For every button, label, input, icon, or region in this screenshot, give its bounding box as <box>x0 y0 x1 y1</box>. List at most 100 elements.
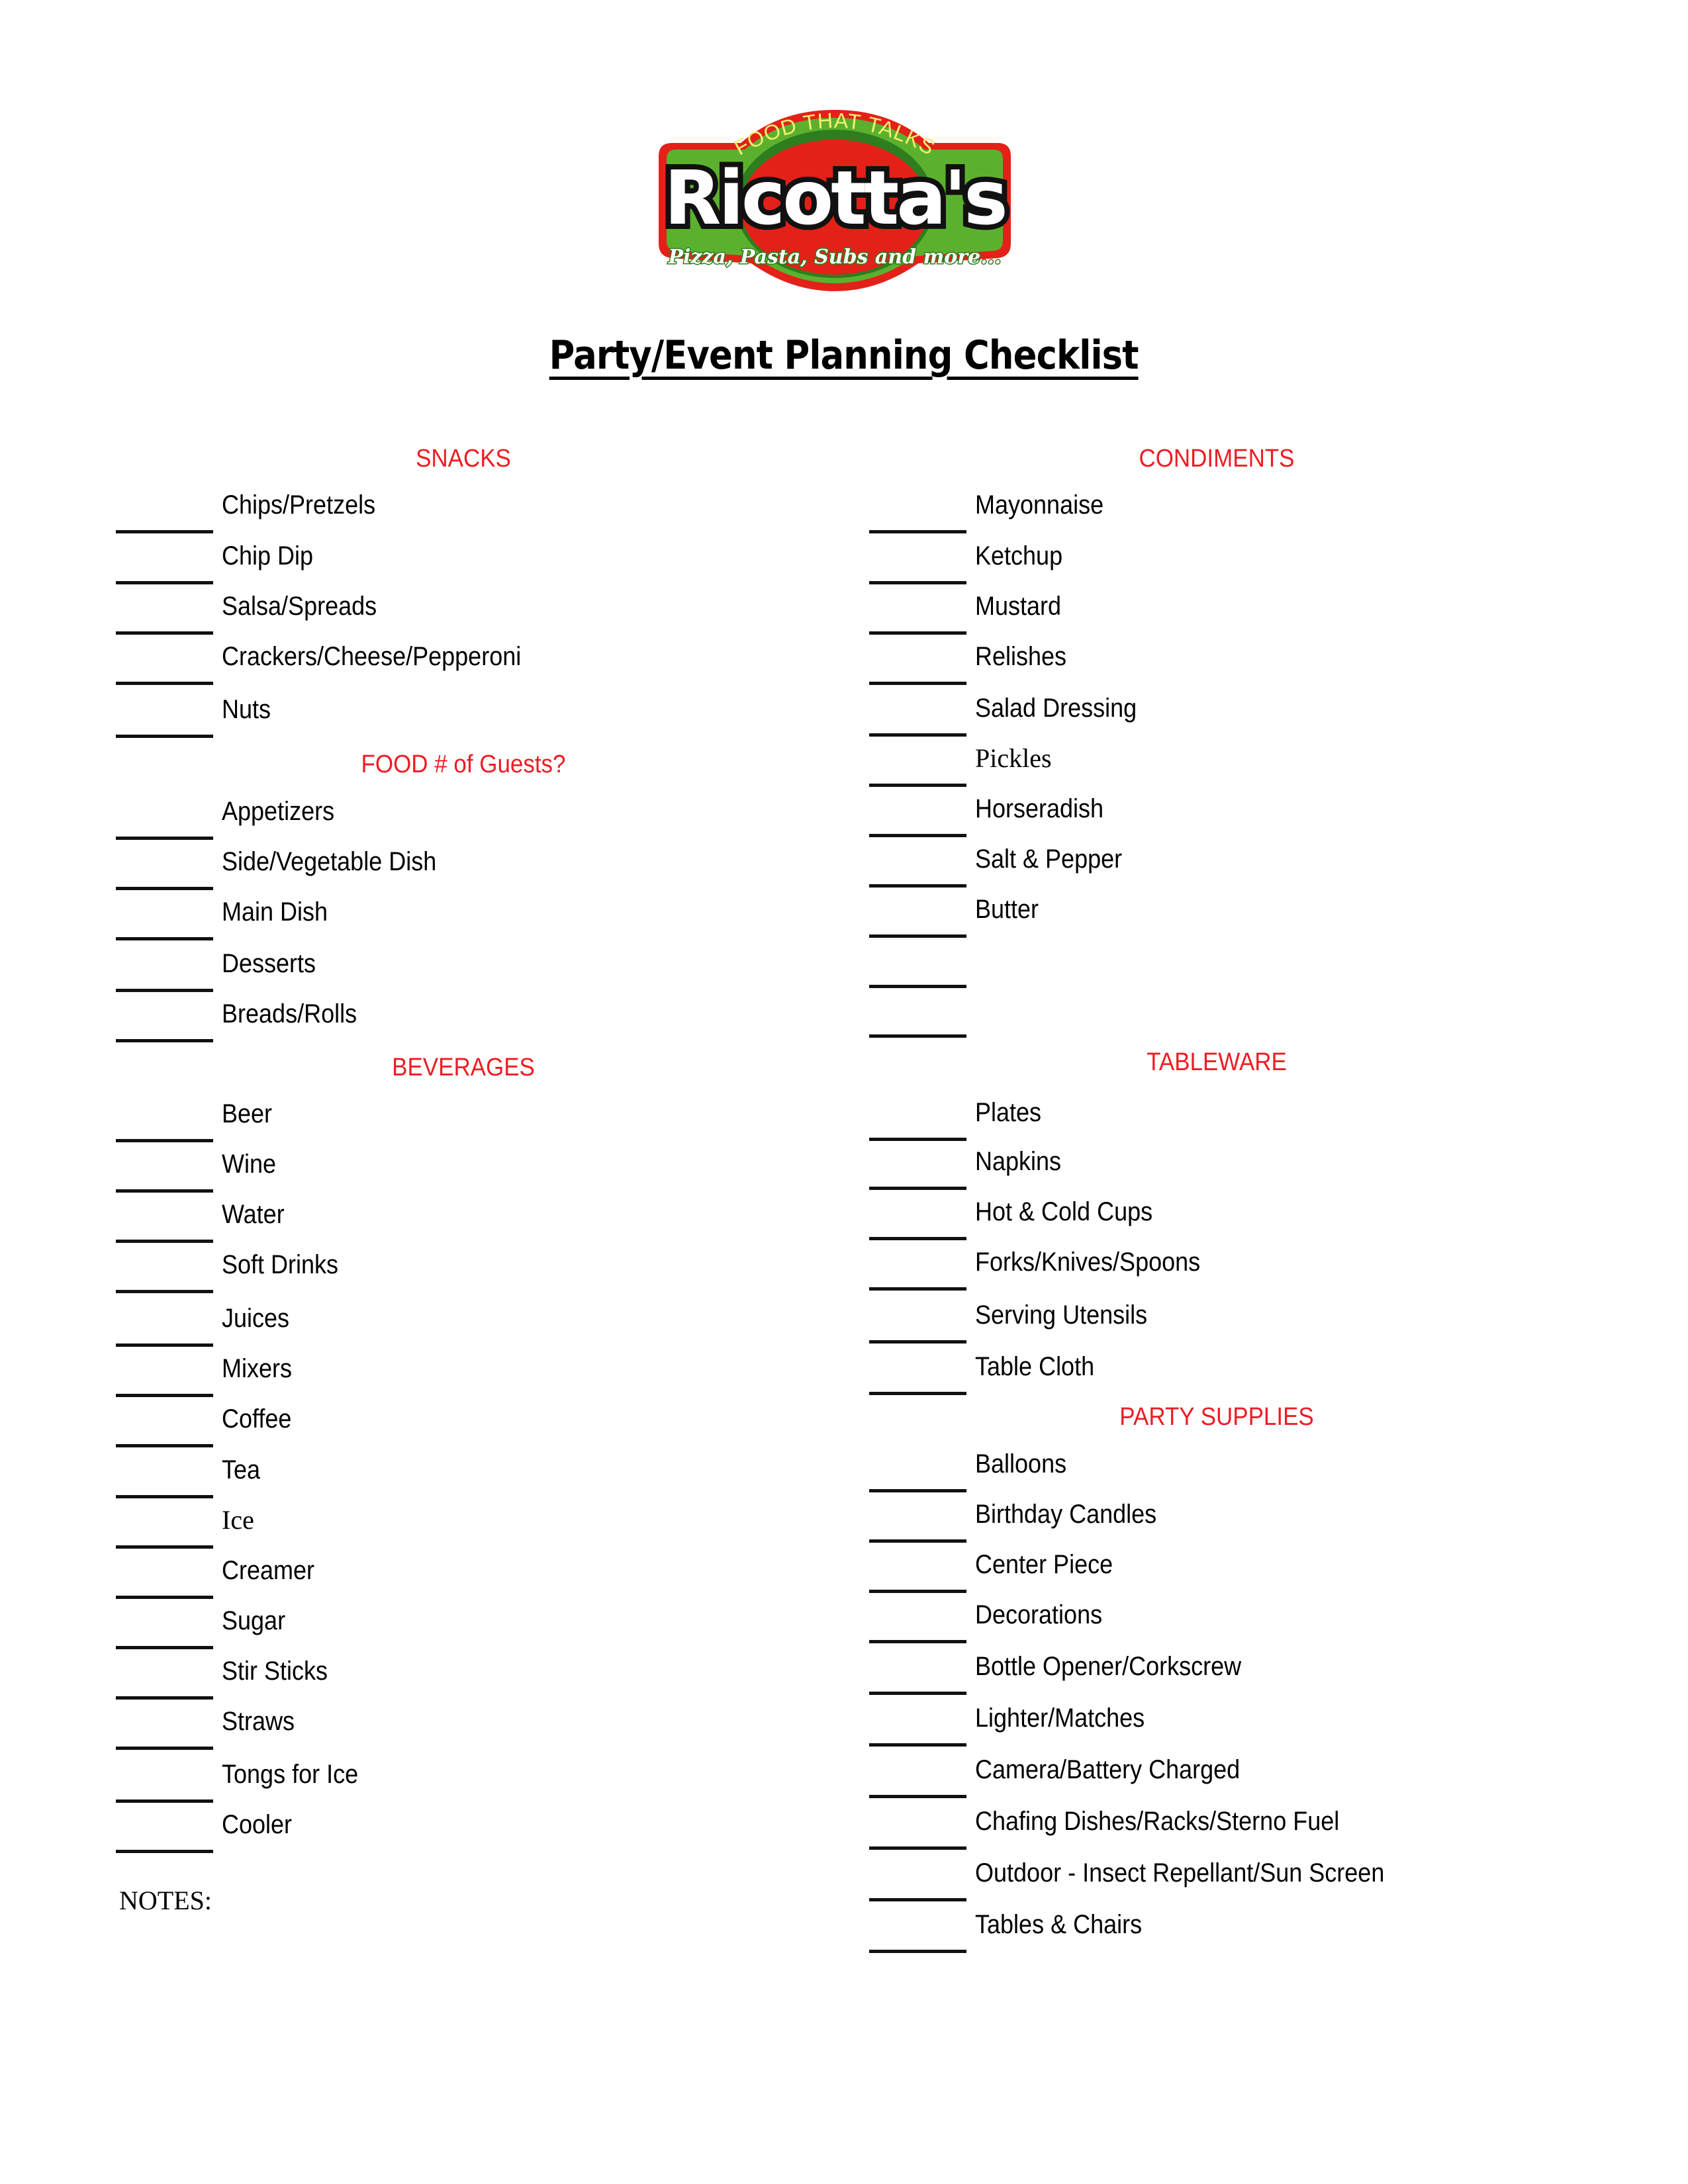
checkbox-blank-line[interactable] <box>869 1950 966 1953</box>
checklist-item: Lighter/Matches <box>975 1704 1145 1733</box>
checkbox-blank-line[interactable] <box>116 837 213 840</box>
checkbox-blank-line[interactable] <box>869 884 966 887</box>
checklist-item: Balloons <box>975 1449 1067 1479</box>
checkbox-blank-line[interactable] <box>869 1846 966 1850</box>
checklist-item: Birthday Candles <box>975 1500 1157 1529</box>
checkbox-blank-line[interactable] <box>116 887 213 890</box>
checkbox-blank-line[interactable] <box>116 1596 213 1599</box>
checkbox-blank-line[interactable] <box>869 985 966 988</box>
checklist-item: Mixers <box>222 1354 293 1383</box>
checkbox-blank-line[interactable] <box>116 581 213 584</box>
checkbox-blank-line[interactable] <box>116 530 213 533</box>
checkbox-blank-line[interactable] <box>869 1590 966 1593</box>
checklist-item: Crackers/Cheese/Pepperoni <box>222 642 522 671</box>
checklist-item: Outdoor - Insect Repellant/Sun Screen <box>975 1858 1385 1888</box>
checkbox-blank-line[interactable] <box>116 631 213 635</box>
checkbox-blank-line[interactable] <box>116 1545 213 1549</box>
checklist-item: Table Cloth <box>975 1352 1095 1381</box>
checkbox-blank-line[interactable] <box>869 1692 966 1695</box>
checkbox-blank-line[interactable] <box>869 1340 966 1343</box>
section-heading: TABLEWARE <box>1147 1048 1287 1076</box>
checkbox-blank-line[interactable] <box>116 1343 213 1347</box>
checkbox-blank-line[interactable] <box>116 1850 213 1853</box>
checklist-item: Breads/Rolls <box>222 999 357 1028</box>
checklist-item: Desserts <box>222 949 316 978</box>
checkbox-blank-line[interactable] <box>869 1138 966 1141</box>
checklist-item: Tables & Chairs <box>975 1910 1143 1939</box>
checklist-item: Nuts <box>222 695 271 724</box>
checklist-item: Pickles <box>975 743 1052 773</box>
checkbox-blank-line[interactable] <box>116 1189 213 1193</box>
checklist-item: Mustard <box>975 592 1062 621</box>
checklist-item: Soft Drinks <box>222 1250 339 1279</box>
checklist-item: Salt & Pepper <box>975 844 1123 874</box>
checklist-item: Decorations <box>975 1600 1103 1629</box>
checkbox-blank-line[interactable] <box>116 1444 213 1447</box>
checkbox-blank-line[interactable] <box>869 934 966 938</box>
checklist-item: Tea <box>222 1455 261 1484</box>
checkbox-blank-line[interactable] <box>116 1747 213 1750</box>
section-heading: FOOD # of Guests? <box>361 751 566 778</box>
checkbox-blank-line[interactable] <box>869 581 966 584</box>
checkbox-blank-line[interactable] <box>116 682 213 685</box>
checklist-page: FOOD THAT TALKS Ricotta's Pizza, Pasta, … <box>0 0 1688 2184</box>
checklist-item: Appetizers <box>222 797 335 826</box>
checkbox-blank-line[interactable] <box>869 1034 966 1038</box>
checkbox-blank-line[interactable] <box>116 1696 213 1700</box>
checklist-item: Relishes <box>975 642 1067 671</box>
logo-tagline-bottom: Pizza, Pasta, Subs and more... <box>667 246 1001 269</box>
checklist-item: Water <box>222 1200 285 1229</box>
checkbox-blank-line[interactable] <box>116 1799 213 1803</box>
checkbox-blank-line[interactable] <box>116 1039 213 1042</box>
checkbox-blank-line[interactable] <box>869 1237 966 1240</box>
checkbox-blank-line[interactable] <box>869 834 966 837</box>
notes-label: NOTES: <box>119 1886 212 1915</box>
checkbox-blank-line[interactable] <box>869 631 966 635</box>
checklist-item: Mayonnaise <box>975 490 1104 520</box>
checkbox-blank-line[interactable] <box>869 1187 966 1190</box>
checklist-item: Butter <box>975 895 1039 924</box>
checklist-item: Bottle Opener/Corkscrew <box>975 1652 1242 1681</box>
checklist-item: Ice <box>222 1505 254 1535</box>
checkbox-blank-line[interactable] <box>869 733 966 737</box>
checklist-item: Beer <box>222 1099 273 1128</box>
checkbox-blank-line[interactable] <box>869 1640 966 1643</box>
checklist-item: Camera/Battery Charged <box>975 1755 1241 1784</box>
checklist-item: Stir Sticks <box>222 1657 328 1686</box>
checklist-item: Tongs for Ice <box>222 1760 359 1789</box>
checklist-item: Center Piece <box>975 1550 1113 1579</box>
checkbox-blank-line[interactable] <box>116 1394 213 1397</box>
checkbox-blank-line[interactable] <box>869 1489 966 1492</box>
checklist-item: Plates <box>975 1098 1042 1127</box>
checklist-item: Creamer <box>222 1556 315 1585</box>
checklist-item: Chips/Pretzels <box>222 490 376 520</box>
checklist-item: Coffee <box>222 1404 292 1433</box>
checkbox-blank-line[interactable] <box>869 1392 966 1395</box>
checkbox-blank-line[interactable] <box>869 1898 966 1901</box>
checkbox-blank-line[interactable] <box>869 1795 966 1798</box>
section-heading: PARTY SUPPLIES <box>1119 1403 1314 1431</box>
checkbox-blank-line[interactable] <box>869 1539 966 1543</box>
section-heading: BEVERAGES <box>392 1054 535 1081</box>
checkbox-blank-line[interactable] <box>116 1240 213 1243</box>
page-title: Party/Event Planning Checklist <box>549 332 1139 379</box>
checkbox-blank-line[interactable] <box>869 530 966 533</box>
checkbox-blank-line[interactable] <box>116 1139 213 1142</box>
checkbox-blank-line[interactable] <box>116 1290 213 1293</box>
checklist-item: Wine <box>222 1150 277 1179</box>
checkbox-blank-line[interactable] <box>116 937 213 940</box>
checklist-item: Hot & Cold Cups <box>975 1197 1153 1226</box>
section-heading: CONDIMENTS <box>1139 445 1295 473</box>
checklist-item: Juices <box>222 1304 290 1333</box>
checkbox-blank-line[interactable] <box>869 1743 966 1747</box>
checkbox-blank-line[interactable] <box>869 682 966 685</box>
checkbox-blank-line[interactable] <box>869 1287 966 1291</box>
checkbox-blank-line[interactable] <box>116 735 213 738</box>
page-title-wrap: Party/Event Planning Checklist <box>0 332 1688 379</box>
checkbox-blank-line[interactable] <box>869 784 966 787</box>
ricottas-logo: FOOD THAT TALKS Ricotta's Pizza, Pasta, … <box>659 109 1013 291</box>
checklist-item: Side/Vegetable Dish <box>222 847 437 876</box>
checkbox-blank-line[interactable] <box>116 1495 213 1498</box>
checkbox-blank-line[interactable] <box>116 989 213 992</box>
checkbox-blank-line[interactable] <box>116 1646 213 1649</box>
